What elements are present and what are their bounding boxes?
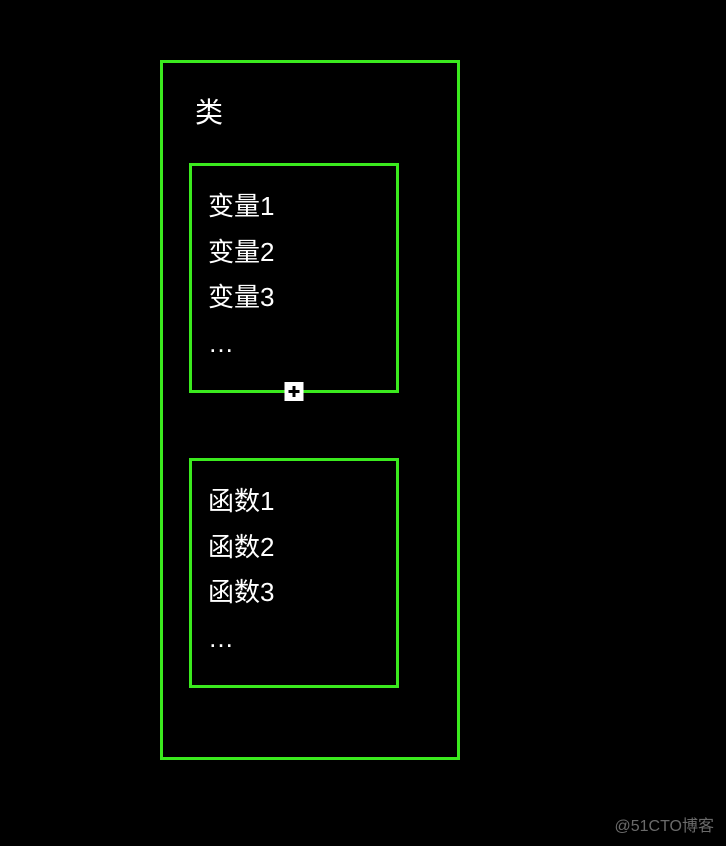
plus-icon[interactable] — [285, 382, 304, 401]
variable-item: 变量1 — [208, 184, 380, 230]
functions-box: 函数1 函数2 函数3 … — [189, 458, 399, 688]
function-item: 函数3 — [208, 570, 380, 616]
class-container: 类 变量1 变量2 变量3 … 函数1 函数2 函数3 … — [160, 60, 460, 760]
function-item: … — [208, 616, 380, 662]
variable-item: 变量2 — [208, 230, 380, 276]
watermark: @51CTO博客 — [614, 812, 714, 836]
variables-box: 变量1 变量2 变量3 … — [189, 163, 399, 393]
variable-item: … — [208, 321, 380, 367]
function-item: 函数1 — [208, 479, 380, 525]
class-title: 类 — [163, 63, 457, 131]
variable-item: 变量3 — [208, 275, 380, 321]
function-item: 函数2 — [208, 525, 380, 571]
